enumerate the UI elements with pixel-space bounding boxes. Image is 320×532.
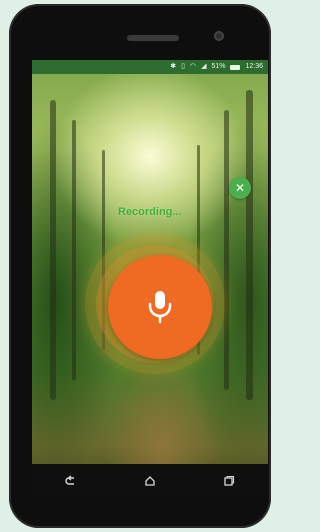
close-button[interactable]: ✕ [229, 177, 251, 199]
recording-status-label: Recording... [118, 206, 182, 218]
front-camera [214, 31, 224, 41]
back-button[interactable] [56, 469, 86, 493]
phone-screen: ✱ ▯ ◠ ◢ 51% 12:36 ✕ Recording... [32, 60, 268, 498]
status-bar: ✱ ▯ ◠ ◢ 51% 12:36 [32, 60, 268, 74]
battery-percent: 51% [211, 63, 226, 70]
phone-frame: ✱ ▯ ◠ ◢ 51% 12:36 ✕ Recording... [9, 4, 271, 528]
signal-icon: ◢ [201, 63, 207, 70]
close-icon: ✕ [234, 181, 246, 195]
home-icon [145, 476, 155, 486]
microphone-button[interactable] [108, 255, 212, 359]
wifi-icon: ◠ [189, 63, 197, 70]
microphone-icon [148, 291, 172, 324]
battery-icon [230, 64, 241, 70]
navigation-bar [32, 464, 268, 498]
clock: 12:36 [245, 63, 263, 70]
earpiece [127, 35, 179, 41]
back-icon [65, 475, 75, 485]
recents-button[interactable] [214, 469, 244, 493]
recents-icon [223, 475, 234, 486]
vibrate-icon: ▯ [181, 63, 185, 70]
bluetooth-icon: ✱ [170, 63, 177, 70]
home-button[interactable] [135, 469, 165, 493]
